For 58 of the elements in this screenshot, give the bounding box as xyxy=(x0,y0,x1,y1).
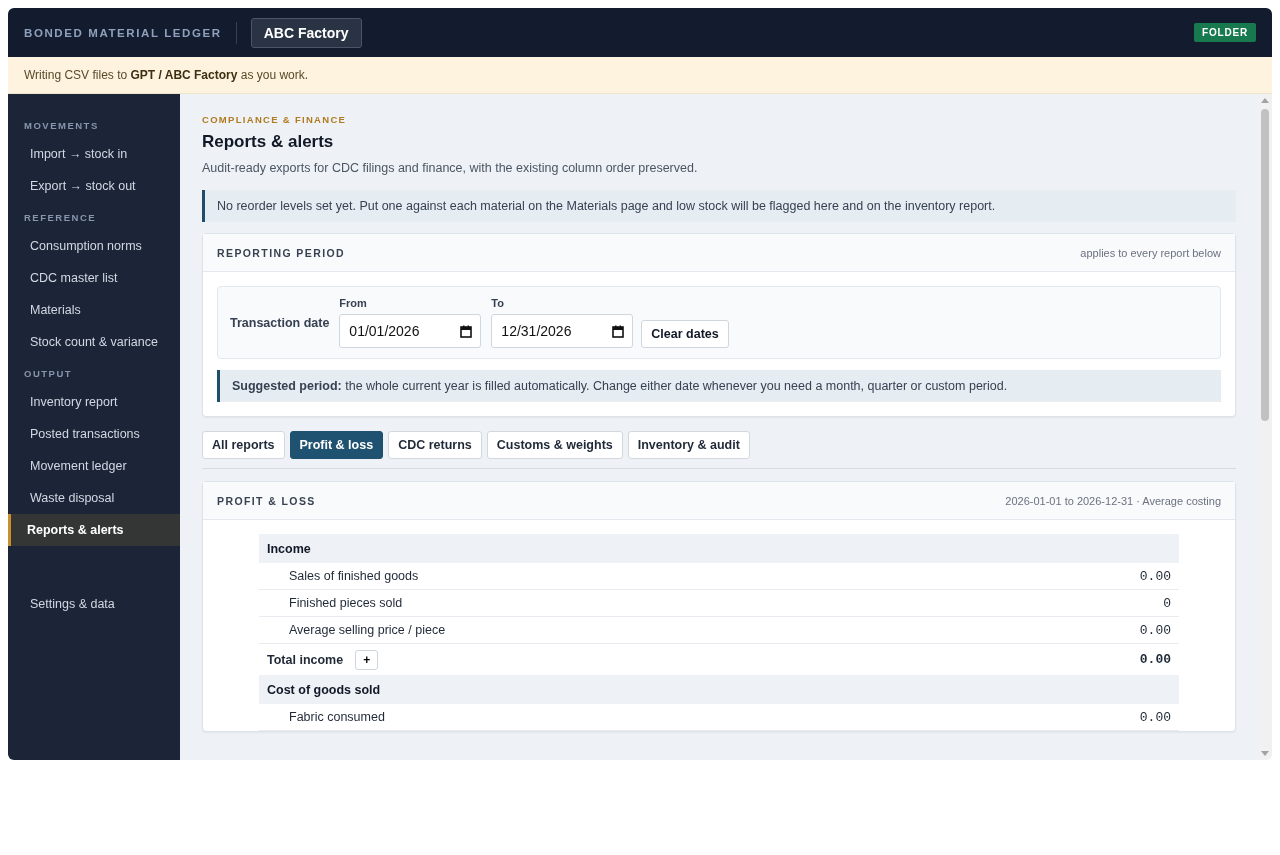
folder-badge: FOLDER xyxy=(1194,23,1256,42)
table-cell: 0.00 xyxy=(1139,622,1171,638)
tab[interactable]: Customs & weights xyxy=(486,431,623,459)
clear-button[interactable]: Clear dates xyxy=(641,320,729,348)
card-title: PROFIT & LOSS xyxy=(217,494,316,507)
nav-item[interactable]: Reports & alerts xyxy=(8,514,180,546)
tab[interactable]: CDC returns xyxy=(388,431,482,459)
nav-item[interactable]: Import → stock in xyxy=(8,138,180,170)
banner-text: Writing CSV files to GPT / ABC Factory as you work. xyxy=(24,68,309,82)
card-note: 2026-01-01 to 2026-12-31 · Average costing xyxy=(1005,494,1221,507)
section-heading: REFERENCE xyxy=(23,211,98,225)
nav-item[interactable]: CDC master list xyxy=(8,262,180,294)
calendar-icon[interactable] xyxy=(460,324,473,338)
workspace-button[interactable]: ABC Factory xyxy=(250,17,362,48)
tab[interactable]: Inventory & audit xyxy=(627,431,750,459)
table-cell: Sales of finished goods xyxy=(289,569,419,583)
table-cell: Total income xyxy=(267,652,344,667)
nav-item[interactable]: Stock count & variance xyxy=(8,326,180,358)
app-title: BONDED MATERIAL LEDGER xyxy=(24,26,222,39)
scroll-down-icon[interactable] xyxy=(1261,751,1269,756)
page-title: Reports & alerts xyxy=(202,132,335,152)
field-label: To xyxy=(491,297,505,309)
card-note: applies to every report below xyxy=(1080,246,1221,259)
table-cell: 0.00 xyxy=(1139,568,1171,584)
eyebrow: COMPLIANCE & FINANCE xyxy=(202,114,348,125)
scroll-thumb[interactable] xyxy=(1261,109,1269,421)
date-field[interactable]: 01/01/2026 xyxy=(339,314,482,348)
date-field[interactable]: 12/31/2026 xyxy=(491,314,634,348)
tab[interactable]: Profit & loss xyxy=(289,431,384,459)
nav-item[interactable]: Movement ledger xyxy=(8,450,180,482)
table-cell: 0.00 xyxy=(1139,652,1171,667)
nav-item[interactable]: Export → stock out xyxy=(8,170,180,202)
section-row: Income xyxy=(259,534,1179,563)
nav-item[interactable]: Posted transactions xyxy=(8,418,180,450)
card-title: REPORTING PERIOD xyxy=(217,246,345,259)
section-heading: OUTPUT xyxy=(23,367,74,381)
section-heading: MOVEMENTS xyxy=(23,119,100,133)
field-label: Transaction date xyxy=(230,315,330,330)
section-row: Cost of goods sold xyxy=(259,675,1179,704)
expand-button[interactable]: + xyxy=(355,649,379,670)
table-cell: Fabric consumed xyxy=(289,710,385,724)
calendar-icon[interactable] xyxy=(612,324,625,338)
nav-item[interactable]: Consumption norms xyxy=(8,230,180,262)
nav-item[interactable]: Inventory report xyxy=(8,386,180,418)
table-cell: Average selling price / piece xyxy=(289,623,446,637)
tab[interactable]: All reports xyxy=(202,431,285,459)
scroll-up-icon[interactable] xyxy=(1261,98,1269,103)
nav-item[interactable]: Materials xyxy=(8,294,180,326)
nav-item[interactable]: Waste disposal xyxy=(8,482,180,514)
page-subtitle: Audit-ready exports for CDC filings and finance, with the existing column order preserved. xyxy=(202,161,699,175)
nav-item[interactable]: Settings & data xyxy=(8,588,180,620)
table-cell: Finished pieces sold xyxy=(289,596,403,610)
notice-text: No reorder levels set yet. Put one against each material on the Materials page and low stock will be flagged here and on the inventory report. xyxy=(202,190,1236,222)
hint-text: Suggested period: the whole current year is filled automatically. Change either date whenever you need a month, quarter or custom period. xyxy=(217,370,1221,402)
table-cell: 0 xyxy=(1163,595,1171,611)
table-cell: 0.00 xyxy=(1139,709,1171,725)
scrollbar[interactable] xyxy=(1258,94,1272,760)
field-label: From xyxy=(339,297,368,309)
